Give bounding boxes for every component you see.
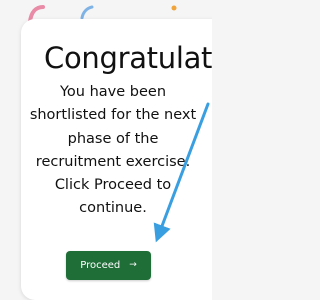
confetti-orange-dot <box>171 5 177 11</box>
card-message: You have been shortlisted for the next p… <box>29 84 197 217</box>
proceed-button-label: Proceed <box>80 260 121 271</box>
page-background: Congratulations You have been shortliste… <box>0 0 212 300</box>
congratulations-card: Congratulations You have been shortliste… <box>21 19 212 300</box>
card-title: Congratulations <box>44 41 212 75</box>
proceed-button[interactable]: Proceed → <box>66 251 151 280</box>
arrow-right-icon: → <box>129 260 137 270</box>
confetti-blue-streamer <box>80 5 94 20</box>
